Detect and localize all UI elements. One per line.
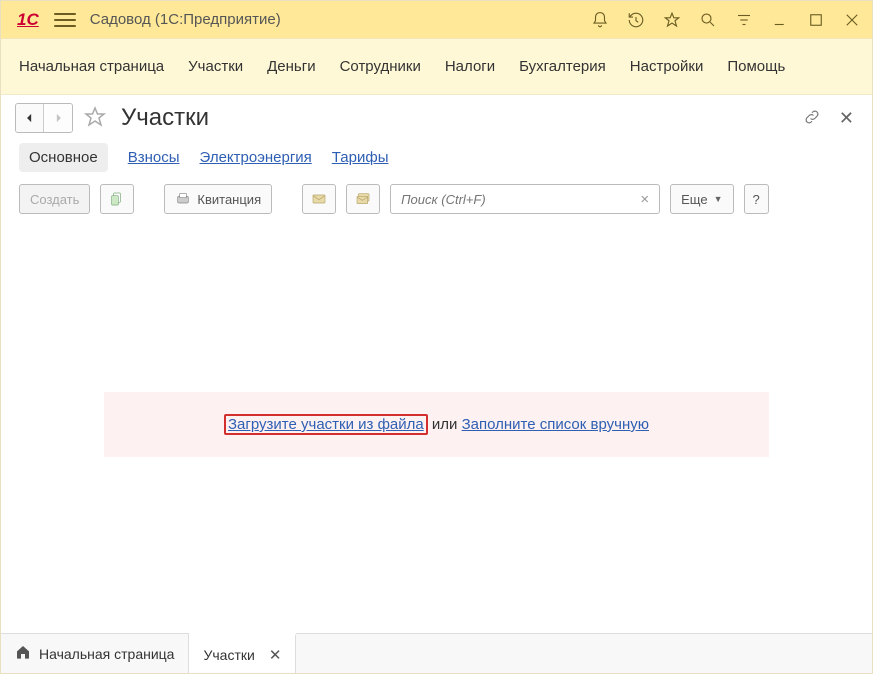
empty-state: Загрузите участки из файла или Заполните… <box>1 392 872 457</box>
titlebar-right <box>590 10 862 30</box>
titlebar-left: 1С Садовод (1С:Предприятие) <box>17 10 281 30</box>
filter-icon[interactable] <box>734 10 754 30</box>
star-icon[interactable] <box>662 10 682 30</box>
fill-manually-link[interactable]: Заполните список вручную <box>462 416 649 433</box>
bottom-bar: Начальная страница Участки ✕ <box>1 633 872 673</box>
main-menu: Начальная страница Участки Деньги Сотруд… <box>1 39 872 95</box>
content-area: Участки ✕ Основное Взносы Электроэнергия… <box>1 95 872 633</box>
bottom-tab-home[interactable]: Начальная страница <box>1 634 189 673</box>
menu-item-home[interactable]: Начальная страница <box>19 58 164 75</box>
mail-multi-button[interactable] <box>346 184 380 214</box>
history-icon[interactable] <box>626 10 646 30</box>
bottom-tab-plots[interactable]: Участки ✕ <box>189 633 296 673</box>
window-title: Садовод (1С:Предприятие) <box>90 11 281 28</box>
home-icon <box>15 644 31 663</box>
create-button[interactable]: Создать <box>19 184 90 214</box>
search-icon[interactable] <box>698 10 718 30</box>
subtab-electricity[interactable]: Электроэнергия <box>200 149 312 166</box>
bottom-tab-plots-label: Участки <box>203 647 254 663</box>
menu-item-settings[interactable]: Настройки <box>630 58 704 75</box>
minimize-icon[interactable] <box>770 10 790 30</box>
menu-item-help[interactable]: Помощь <box>727 58 785 75</box>
search-clear-icon[interactable]: × <box>636 191 653 208</box>
page-header: Участки ✕ <box>1 95 872 137</box>
more-button[interactable]: Еще ▼ <box>670 184 733 214</box>
main-menu-icon[interactable] <box>54 11 76 29</box>
help-button[interactable]: ? <box>744 184 769 214</box>
menu-item-taxes[interactable]: Налоги <box>445 58 495 75</box>
mail-button[interactable] <box>302 184 336 214</box>
page-title: Участки <box>121 104 209 132</box>
search-input[interactable] <box>399 191 636 208</box>
load-from-file-link[interactable]: Загрузите участки из файла <box>228 416 424 433</box>
sub-tabs: Основное Взносы Электроэнергия Тарифы <box>1 137 872 184</box>
nav-back-button[interactable] <box>16 104 44 132</box>
nav-forward-button[interactable] <box>44 104 72 132</box>
menu-item-money[interactable]: Деньги <box>267 58 315 75</box>
empty-state-message: Загрузите участки из файла или Заполните… <box>104 392 769 457</box>
favorite-star-icon[interactable] <box>83 105 107 132</box>
chevron-down-icon: ▼ <box>714 194 723 204</box>
bell-icon[interactable] <box>590 10 610 30</box>
receipt-button-label: Квитанция <box>197 192 261 207</box>
link-copy-icon[interactable] <box>799 104 825 133</box>
toolbar: Создать Квитанция × Еще ▼ <box>1 184 872 222</box>
close-icon[interactable] <box>842 10 862 30</box>
page-close-icon[interactable]: ✕ <box>835 104 858 133</box>
nav-buttons <box>15 103 73 133</box>
titlebar: 1С Садовод (1С:Предприятие) <box>1 1 872 39</box>
app-logo: 1С <box>17 10 40 30</box>
search-box[interactable]: × <box>390 184 660 214</box>
bottom-tab-close-icon[interactable]: ✕ <box>263 646 282 664</box>
subtab-main[interactable]: Основное <box>19 143 108 172</box>
empty-middle-text: или <box>428 416 462 433</box>
subtab-tariffs[interactable]: Тарифы <box>332 149 389 166</box>
subtab-fees[interactable]: Взносы <box>128 149 180 166</box>
maximize-icon[interactable] <box>806 10 826 30</box>
menu-item-employees[interactable]: Сотрудники <box>340 58 421 75</box>
copy-button[interactable] <box>100 184 134 214</box>
menu-item-accounting[interactable]: Бухгалтерия <box>519 58 606 75</box>
receipt-button[interactable]: Квитанция <box>164 184 272 214</box>
bottom-tab-home-label: Начальная страница <box>39 646 174 662</box>
more-button-label: Еще <box>681 192 707 207</box>
menu-item-plots[interactable]: Участки <box>188 58 243 75</box>
